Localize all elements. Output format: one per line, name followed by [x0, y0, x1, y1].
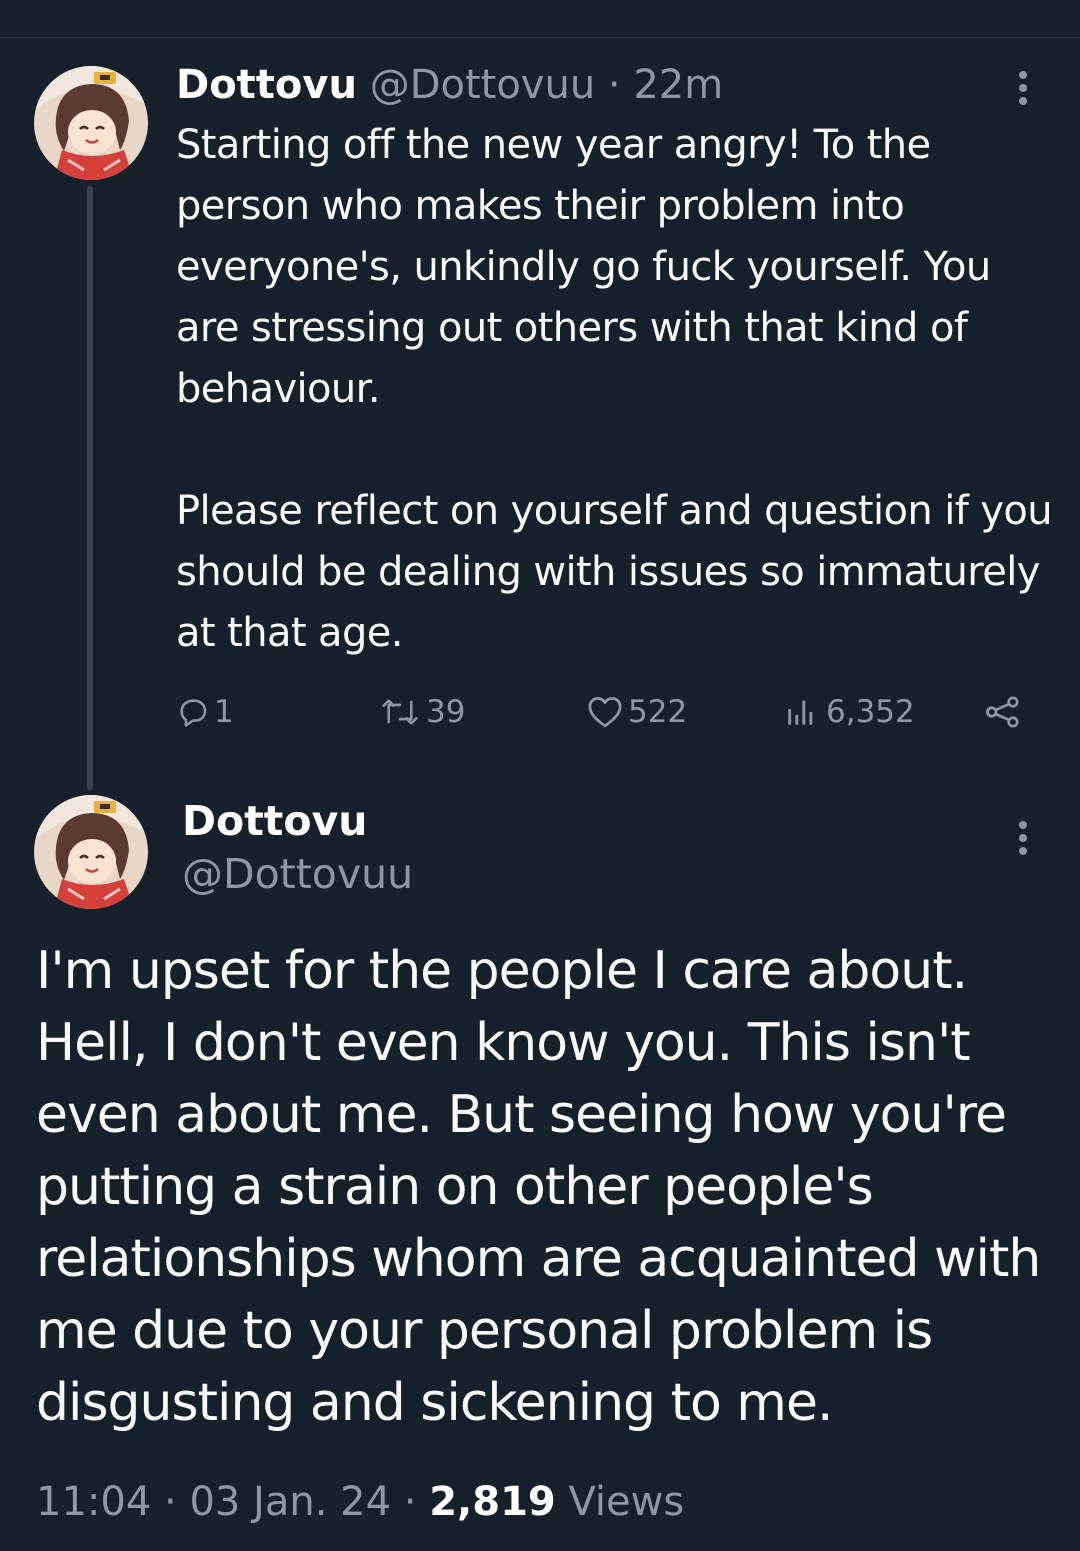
views-label: Views: [555, 1479, 685, 1525]
tweet-text: Starting off the new year angry! To the …: [176, 115, 1056, 664]
share-button[interactable]: [984, 686, 1022, 738]
thread-connector-line: [87, 186, 93, 790]
share-icon: [984, 695, 1022, 729]
tweet-paragraph: Please reflect on yourself and question …: [176, 488, 1053, 656]
user-handle[interactable]: @Dottovuu: [370, 62, 596, 108]
reply-button[interactable]: 1: [176, 686, 234, 738]
user-handle[interactable]: @Dottovuu: [182, 848, 413, 900]
views-button[interactable]: 6,352: [784, 686, 915, 738]
avatar[interactable]: [34, 795, 148, 909]
more-vertical-icon: [1018, 820, 1028, 860]
more-options-button[interactable]: [1008, 70, 1038, 110]
tweet-text: I'm upset for the people I care about. H…: [36, 941, 1041, 1433]
top-divider: [0, 37, 1080, 38]
separator-dot: ·: [151, 1479, 190, 1525]
retweet-button[interactable]: 39: [378, 686, 465, 738]
tweet-time[interactable]: 22m: [633, 62, 723, 108]
display-name[interactable]: Dottovu: [182, 795, 367, 847]
separator-dot: ·: [391, 1479, 430, 1525]
reply-count: 1: [214, 694, 234, 730]
more-options-button[interactable]: [1008, 820, 1038, 860]
like-button[interactable]: 522: [586, 686, 687, 738]
tweet-header: Dottovu @Dottovuu · 22m: [176, 58, 723, 112]
heart-icon: [586, 695, 624, 729]
retweet-icon: [378, 695, 422, 729]
tweet-paragraph: Starting off the new year angry! To the …: [176, 122, 991, 412]
views-chart-icon: [784, 695, 818, 729]
retweet-count: 39: [426, 694, 466, 730]
tweet-date[interactable]: 03 Jan. 24: [189, 1479, 391, 1525]
more-vertical-icon: [1018, 70, 1028, 110]
tweet-time[interactable]: 11:04: [36, 1479, 151, 1525]
views-count: 6,352: [826, 694, 915, 730]
reply-icon: [176, 695, 210, 729]
tweet-metadata: 11:04 · 03 Jan. 24 · 2,819 Views: [36, 1474, 684, 1530]
views-count[interactable]: 2,819: [429, 1479, 556, 1525]
separator-dot: ·: [607, 62, 621, 108]
display-name[interactable]: Dottovu: [176, 62, 357, 108]
avatar[interactable]: [34, 66, 148, 180]
tweet-actions-bar: 1 39 522 6,352: [176, 686, 1036, 738]
like-count: 522: [628, 694, 688, 730]
